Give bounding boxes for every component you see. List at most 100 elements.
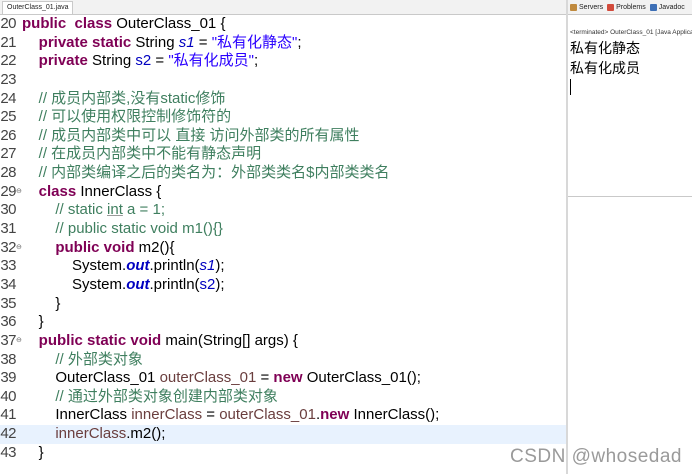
line-number: 41 bbox=[0, 406, 16, 424]
code-token: s1 bbox=[178, 33, 195, 51]
tab-servers[interactable]: Servers bbox=[568, 3, 605, 11]
code-token: private static bbox=[38, 33, 132, 51]
fold-toggle-icon[interactable]: ⊖ bbox=[16, 244, 22, 251]
code-line[interactable]: 40 // 通过外部类对象创建内部类对象 bbox=[0, 388, 566, 407]
code-token: OuterClass_01(); bbox=[302, 369, 421, 387]
code-token: out bbox=[126, 257, 150, 275]
code-line[interactable]: 29 ⊖ class InnerClass { bbox=[0, 183, 566, 202]
code-token: String bbox=[87, 52, 136, 70]
code-line[interactable]: 25 // 可以使用权限控制修饰符的 bbox=[0, 108, 566, 127]
console-output[interactable]: 私有化静态 私有化成员 bbox=[570, 38, 692, 78]
code-token: } bbox=[22, 313, 44, 331]
line-number: 34 bbox=[0, 275, 16, 293]
code-token: out bbox=[126, 275, 150, 293]
code-token: s2 bbox=[199, 275, 216, 293]
line-number: 35 bbox=[0, 294, 16, 312]
code-token: .m2(); bbox=[126, 425, 166, 443]
code-token: System. bbox=[22, 257, 127, 275]
code-line[interactable]: 35 } bbox=[0, 295, 566, 314]
tab-label: Problems bbox=[616, 3, 646, 11]
code-token: m2(){ bbox=[134, 238, 175, 256]
fold-toggle-icon[interactable]: ⊖ bbox=[16, 188, 22, 195]
code-line[interactable]: 21 private static String s1 = "私有化静态"; bbox=[0, 34, 566, 53]
line-number: 26 bbox=[0, 126, 16, 144]
code-token: "私有化静态" bbox=[211, 33, 298, 51]
code-token: main(String[] args) { bbox=[161, 331, 298, 349]
line-number: 32 bbox=[0, 238, 16, 256]
line-number: 38 bbox=[0, 350, 16, 368]
line-number: 23 bbox=[0, 70, 16, 88]
code-line[interactable]: 34 System.out.println(s2); bbox=[0, 276, 566, 295]
code-line[interactable]: 39 OuterClass_01 outerClass_01 = new Out… bbox=[0, 369, 566, 388]
line-number: 24 bbox=[0, 89, 16, 107]
code-token: // static bbox=[55, 201, 108, 219]
code-text: // 在成员内部类中不能有静态声明 bbox=[22, 145, 262, 164]
code-token: InnerClass bbox=[22, 406, 132, 424]
code-text: // 成员内部类,没有static修饰 bbox=[22, 90, 226, 109]
line-number: 22 bbox=[0, 52, 16, 70]
code-token: new bbox=[273, 369, 303, 387]
fold-toggle-icon[interactable]: ⊖ bbox=[16, 337, 22, 344]
code-line[interactable]: 42 innerClass.m2(); bbox=[0, 425, 566, 444]
code-lines[interactable]: 20 public class OuterClass_01 {21 private… bbox=[0, 15, 566, 462]
code-line[interactable]: 28 // 内部类编译之后的类名为：外部类类名$内部类类名 bbox=[0, 164, 566, 183]
code-line[interactable]: 22 private String s2 = "私有化成员"; bbox=[0, 52, 566, 71]
code-token: ; bbox=[297, 33, 302, 51]
code-token: // 可以使用权限控制修饰符的 bbox=[38, 108, 232, 126]
code-line[interactable]: 38 // 外部类对象 bbox=[0, 351, 566, 370]
code-text: public void m2(){ bbox=[22, 238, 175, 258]
tab-problems[interactable]: Problems bbox=[605, 3, 648, 11]
editor-tab-file[interactable]: OuterClass_01.java bbox=[2, 1, 74, 14]
code-token: innerClass bbox=[131, 406, 203, 424]
code-line[interactable]: 32 ⊖ public void m2(){ bbox=[0, 239, 566, 258]
code-line[interactable]: 24 // 成员内部类,没有static修饰 bbox=[0, 90, 566, 109]
tab-javadoc[interactable]: Javadoc bbox=[648, 3, 687, 11]
code-line[interactable]: 20 public class OuterClass_01 { bbox=[0, 15, 566, 34]
code-token: public static void bbox=[38, 331, 162, 349]
code-token: System. bbox=[22, 275, 127, 293]
code-token: InnerClass { bbox=[76, 182, 162, 200]
console-view[interactable]: Servers Problems Javadoc <terminated> Oute… bbox=[568, 0, 692, 197]
code-text: } bbox=[22, 444, 44, 463]
code-token: // 外部类对象 bbox=[55, 350, 143, 368]
code-line[interactable]: 37 ⊖ public static void main(String[] arg… bbox=[0, 332, 566, 351]
line-number: 20 bbox=[0, 15, 16, 32]
code-line[interactable]: 43 } bbox=[0, 444, 566, 463]
code-token: ); bbox=[215, 275, 225, 293]
code-line[interactable]: 27 // 在成员内部类中不能有静态声明 bbox=[0, 145, 566, 164]
code-editor[interactable]: OuterClass_01.java 20 public class OuterC… bbox=[0, 0, 566, 474]
code-line[interactable]: 31 // public static void m1(){} bbox=[0, 220, 566, 239]
code-text: // public static void m1(){} bbox=[22, 220, 223, 239]
code-token: = bbox=[202, 406, 220, 424]
code-token: ; bbox=[254, 52, 259, 70]
code-token: OuterClass_01 { bbox=[112, 15, 226, 32]
code-text: // 成员内部类中可以 直接 访问外部类的所有属性 bbox=[22, 127, 360, 146]
code-line[interactable]: 36 } bbox=[0, 313, 566, 332]
code-text: private static String s1 = "私有化静态"; bbox=[22, 34, 302, 53]
code-line[interactable]: 23 bbox=[0, 71, 566, 90]
code-line[interactable]: 33 System.out.println(s1); bbox=[0, 257, 566, 276]
line-number: 43 bbox=[0, 443, 16, 461]
code-line[interactable]: 41 InnerClass innerClass = outerClass_01… bbox=[0, 406, 566, 425]
empty-panel-area bbox=[568, 197, 692, 474]
console-tab-bar: Servers Problems Javadoc bbox=[568, 0, 692, 15]
console-text-caret bbox=[570, 79, 571, 95]
code-text: class InnerClass { bbox=[22, 182, 162, 202]
problems-icon bbox=[607, 3, 615, 11]
code-text: OuterClass_01 outerClass_01 = new OuterC… bbox=[22, 369, 421, 388]
line-number: 36 bbox=[0, 313, 16, 331]
code-line[interactable]: 26 // 成员内部类中可以 直接 访问外部类的所有属性 bbox=[0, 127, 566, 146]
code-token: String bbox=[131, 33, 179, 51]
code-line[interactable]: 30 // static int a = 1; bbox=[0, 201, 566, 220]
code-token: // public static void m1(){} bbox=[55, 220, 223, 238]
